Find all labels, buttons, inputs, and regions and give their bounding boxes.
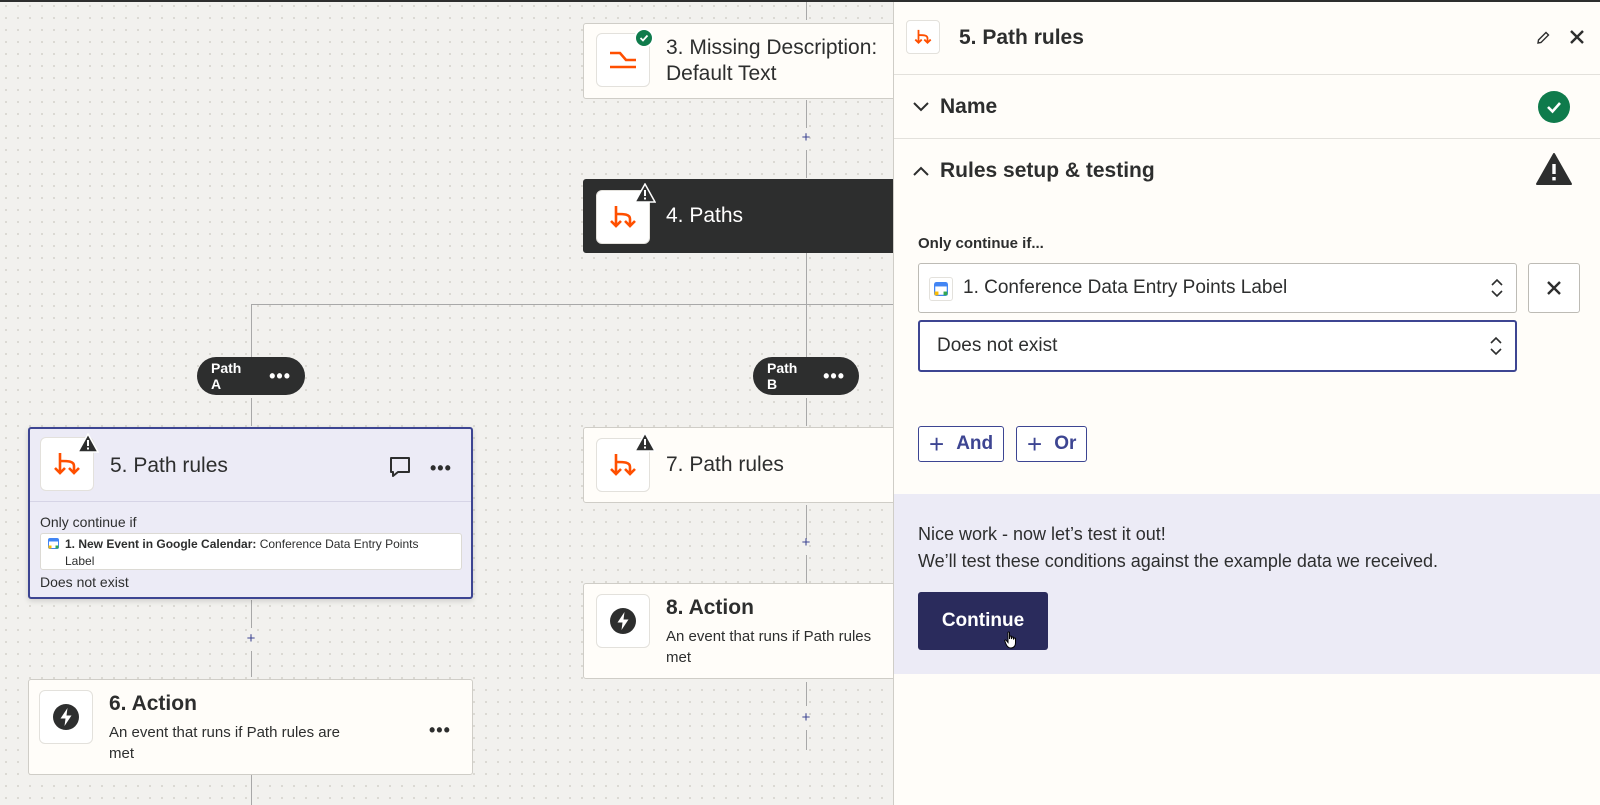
google-calendar-icon	[929, 277, 953, 301]
test-area: Nice work - now let’s test it out! We’ll…	[894, 494, 1600, 674]
step-card-4[interactable]: 4. Paths	[583, 179, 913, 253]
connector	[251, 304, 252, 358]
panel-header: 5. Path rules	[894, 2, 1600, 75]
more-icon[interactable]: •••	[823, 367, 845, 385]
and-label: And	[956, 433, 994, 454]
remove-rule-button[interactable]	[1528, 263, 1580, 313]
section-title: Name	[940, 95, 998, 118]
add-step-button[interactable]: +	[798, 130, 814, 146]
condition-select-value: Does not exist	[937, 335, 1058, 356]
test-heading: Nice work - now let’s test it out!	[918, 524, 1166, 544]
more-icon[interactable]: •••	[430, 459, 452, 477]
step-card-5[interactable]: 5. Path rules ••• Only continue if 1. Ne…	[28, 427, 473, 599]
connector	[806, 100, 807, 128]
connector	[251, 775, 252, 805]
connector	[806, 730, 807, 750]
connector	[251, 651, 252, 677]
path-label: Path B	[767, 360, 798, 392]
connector	[806, 252, 807, 304]
connector	[806, 0, 807, 20]
step-title: 6. Action	[109, 692, 197, 715]
divider	[30, 501, 471, 502]
or-label: Or	[1054, 433, 1077, 454]
chevron-up-icon[interactable]	[912, 165, 930, 177]
select-arrows-icon	[1491, 278, 1503, 298]
connector	[806, 682, 807, 706]
chevron-down-icon	[913, 102, 929, 112]
rule-intro: Only continue if	[40, 514, 137, 530]
rule-app-label: 1. New Event in Google Calendar:	[65, 537, 257, 551]
step-title: 3. Missing Description:	[666, 36, 878, 59]
branch-connector	[251, 304, 901, 305]
add-step-button[interactable]: +	[243, 631, 259, 647]
step-title: 5. Path rules	[110, 454, 228, 477]
field-select-value: 1. Conference Data Entry Points Label	[963, 277, 1288, 298]
close-icon[interactable]	[1568, 28, 1586, 46]
rule-field-label: Conference Data Entry Points	[259, 537, 419, 551]
rule-condition: Does not exist	[40, 574, 129, 590]
condition-select[interactable]: Does not exist	[918, 320, 1517, 372]
check-badge-icon	[634, 28, 654, 48]
window-top-border	[0, 0, 1600, 2]
comment-icon[interactable]	[388, 455, 412, 479]
plus-icon: +	[929, 429, 945, 459]
google-calendar-icon	[48, 538, 59, 549]
hand-cursor-icon	[1004, 631, 1016, 649]
step-subtitle: An event that runs if Path rules are	[109, 724, 340, 741]
connector	[806, 304, 807, 358]
warning-badge-icon	[634, 432, 656, 452]
step-editor-panel: 5. Path rules Name Rules setup & testing…	[893, 2, 1600, 805]
step-subtitle-line2: met	[109, 745, 135, 762]
step-title: 4. Paths	[666, 204, 744, 227]
panel-title: 5. Path rules	[959, 26, 1084, 49]
section-name[interactable]: Name	[894, 75, 1600, 139]
add-step-button[interactable]: +	[798, 535, 814, 551]
rule-field-label-line2: Label	[65, 554, 95, 568]
warning-icon	[1536, 153, 1572, 185]
connector	[251, 398, 252, 426]
select-arrows-icon	[1490, 336, 1502, 356]
plus-icon: +	[1027, 429, 1043, 459]
add-step-button[interactable]: +	[798, 710, 814, 726]
edit-icon[interactable]	[1535, 30, 1551, 46]
step-title: 7. Path rules	[666, 453, 784, 476]
step-card-7[interactable]: 7. Path rules	[583, 427, 913, 503]
step-subtitle-line2: met	[666, 649, 692, 666]
connector	[806, 150, 807, 178]
connector	[806, 398, 807, 426]
field-select[interactable]: 1. Conference Data Entry Points Label	[918, 263, 1517, 313]
add-or-button[interactable]: + Or	[1016, 426, 1088, 462]
more-icon[interactable]: •••	[429, 721, 451, 739]
continue-button[interactable]: Continue	[918, 592, 1048, 650]
step-card-3[interactable]: 3. Missing Description: Default Text	[583, 23, 913, 99]
step-card-8[interactable]: 8. Action An event that runs if Path rul…	[583, 583, 913, 679]
step-card-6[interactable]: 6. Action An event that runs if Path rul…	[28, 679, 473, 775]
section-rules: Rules setup & testing Only continue if..…	[894, 139, 1600, 494]
rule-field-box: 1. New Event in Google Calendar: Confere…	[40, 533, 462, 570]
connector	[806, 555, 807, 583]
step-title-line2: Default Text	[666, 62, 777, 85]
action-icon	[39, 690, 93, 744]
only-continue-label: Only continue if...	[918, 235, 1044, 252]
action-icon	[596, 594, 650, 648]
step-title: 8. Action	[666, 596, 754, 619]
path-b-pill[interactable]: Path B •••	[753, 357, 859, 395]
path-label: Path A	[211, 360, 242, 392]
step-subtitle: An event that runs if Path rules	[666, 628, 872, 645]
add-and-button[interactable]: + And	[918, 426, 1005, 462]
more-icon[interactable]: •••	[269, 367, 291, 385]
path-a-pill[interactable]: Path A •••	[197, 357, 305, 395]
connector	[251, 600, 252, 628]
close-icon	[1547, 281, 1561, 295]
paths-icon	[906, 20, 940, 54]
check-circle-icon	[1538, 91, 1570, 123]
warning-badge-icon	[77, 433, 99, 453]
test-description: We’ll test these conditions against the …	[918, 551, 1438, 571]
section-title[interactable]: Rules setup & testing	[940, 159, 1155, 183]
warning-badge-icon	[634, 183, 656, 203]
